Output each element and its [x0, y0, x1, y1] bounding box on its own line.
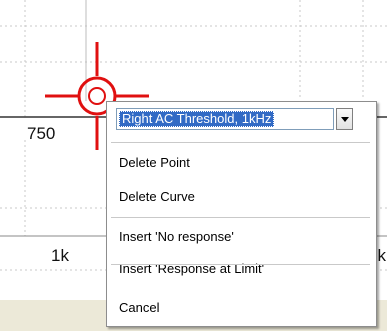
x-axis-label-1k: 1k [51, 246, 69, 265]
delete-point-menu-item[interactable]: Delete Point [107, 152, 374, 174]
cancel-menu-item[interactable]: Cancel [107, 297, 374, 319]
insert-no-response-menu-item[interactable]: Insert 'No response' [107, 226, 374, 248]
menu-separator [111, 142, 370, 143]
delete-curve-menu-item[interactable]: Delete Curve [107, 186, 374, 208]
insert-response-at-limit-menu-item[interactable]: Insert 'Response at Limit' [107, 258, 374, 280]
curve-select-value: Right AC Threshold, 1kHz [119, 111, 275, 127]
curve-select-dropdown-button[interactable] [336, 108, 353, 130]
y-axis-label-750: 750 [27, 124, 56, 143]
chevron-down-icon [341, 117, 349, 122]
curve-select[interactable]: Right AC Threshold, 1kHz [116, 108, 334, 130]
menu-separator [111, 217, 370, 218]
point-context-menu: Right AC Threshold, 1kHz Delete Point De… [106, 101, 377, 327]
menu-separator [111, 264, 370, 265]
